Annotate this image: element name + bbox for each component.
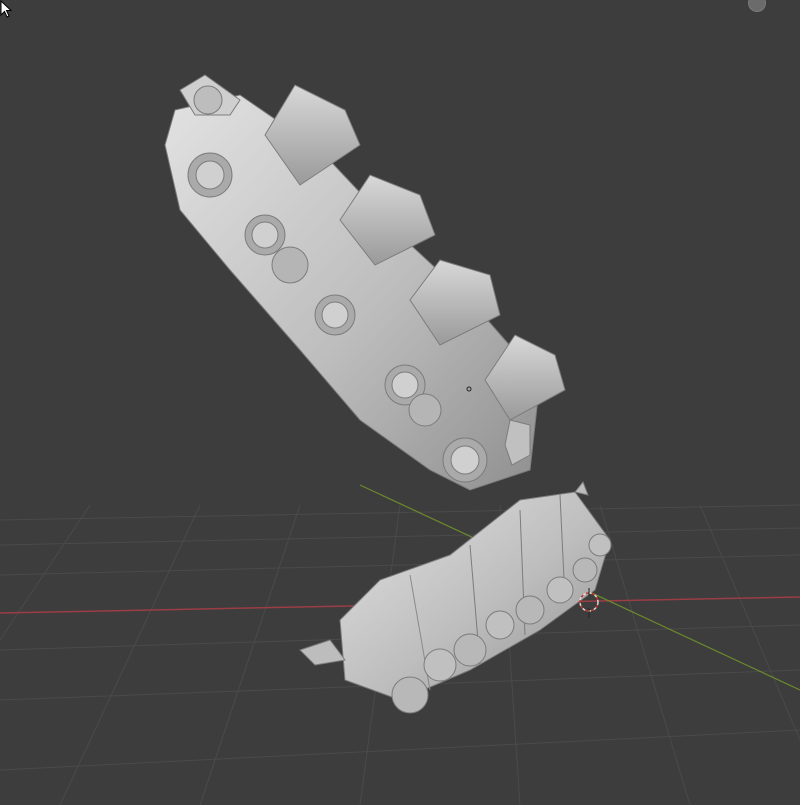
viewport-canvas[interactable] (0, 0, 800, 805)
3d-viewport[interactable] (0, 0, 800, 805)
segmented-creature-mesh[interactable] (164, 74, 566, 491)
mouse-pointer-icon (0, 0, 13, 18)
